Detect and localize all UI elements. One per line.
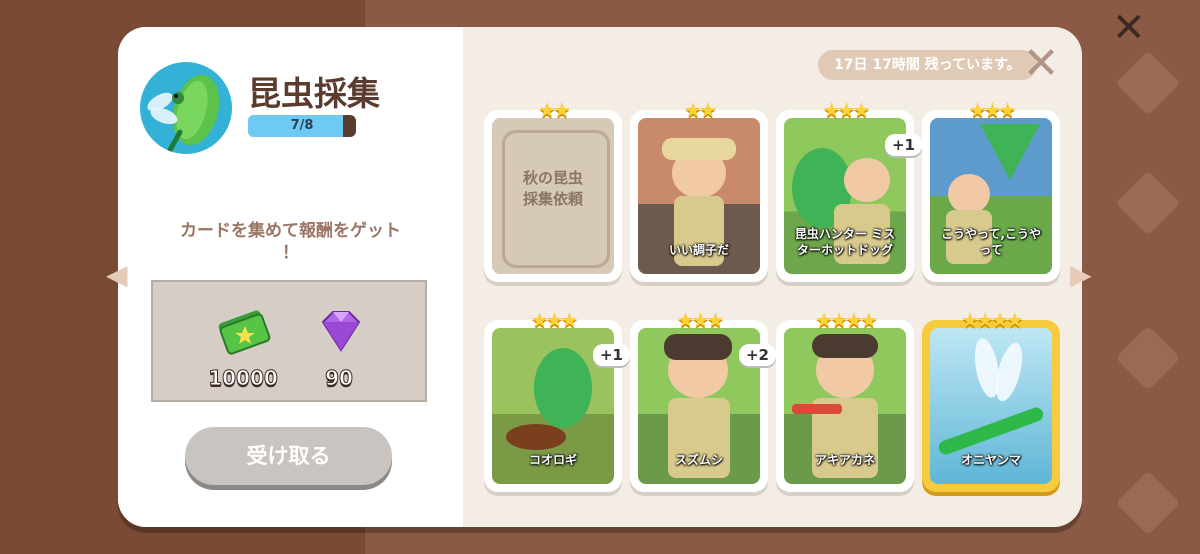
card-duplicate-badge: +1 [884,134,922,156]
gem-icon [321,311,361,352]
reward-gem: 90 [299,304,379,391]
card-stars: ★★★★ [815,308,878,332]
card-slot[interactable]: アキアカネ ★★★★ [776,309,914,492]
card-stars: ★★★ [822,98,871,122]
dragonfly-collection-icon [140,62,232,154]
card-slot[interactable]: いい調子だ ★★ [630,99,768,282]
locked-card-back: 秋の昆虫 採集依頼 [492,118,614,274]
card-art: いい調子だ [638,118,760,274]
card-stars: ★★★ [676,308,725,332]
card-art: オニヤンマ [930,328,1052,484]
card-stars: ★★★★ [961,308,1024,332]
card-art: アキアカネ [784,328,906,484]
card-stars: ★★ [684,98,717,122]
previous-arrow-icon[interactable]: ◀ [106,258,128,291]
card-label: アキアカネ [814,453,875,467]
card-slot[interactable]: 秋の昆虫 採集依頼 ★★ [484,99,622,282]
reward-cash: 10000 [203,304,283,391]
card-stars: ★★ [538,98,571,122]
card-duplicate-badge: +2 [738,344,776,366]
card-slot[interactable]: コオロギ ★★★ +1 [484,309,630,492]
collection-progress-bar: 7/8 [248,115,356,137]
collection-title: 昆虫採集 [248,74,380,113]
close-icon[interactable]: ✕ [1021,42,1061,86]
card-art: こうやって,こうや って [930,118,1052,274]
progress-text: 7/8 [290,118,314,133]
next-arrow-icon[interactable]: ▶ [1070,258,1092,291]
reward-box: 10000 90 [151,280,427,402]
cash-icon [218,310,271,355]
card-label: スズムシ [674,453,723,467]
reward-prompt: カードを集めて報酬をゲット ！ [180,221,401,263]
card-label: コオロギ [528,453,577,467]
claim-button[interactable]: 受け取る [185,427,392,485]
background-close-icon[interactable]: ✕ [1112,8,1146,48]
card-slot-highlighted[interactable]: オニヤンマ ★★★★ [922,309,1060,492]
card-label: 昆虫ハンター ミス ターホットドッグ [794,227,896,257]
collection-modal: 昆虫採集 7/8 カードを集めて報酬をゲット ！ 10000 90 受け取る 1… [118,27,1082,527]
card-label: オニヤンマ [960,453,1021,467]
card-slot[interactable]: こうやって,こうや って ★★★ [922,99,1060,282]
reward-panel: 昆虫採集 7/8 カードを集めて報酬をゲット ！ 10000 90 受け取る [118,27,463,527]
card-duplicate-badge: +1 [592,344,630,366]
card-stars: ★★★ [530,308,579,332]
reward-gem-amount: 90 [325,366,354,391]
card-label: 秋の昆虫 採集依頼 [522,169,583,208]
card-label: いい調子だ [668,243,729,257]
card-stars: ★★★ [968,98,1017,122]
time-remaining-badge: 17日 17時間 残っています。 [818,50,1037,80]
card-label: こうやって,こうや って [941,227,1041,257]
card-slot[interactable]: スズムシ ★★★ +2 [630,309,776,492]
reward-cash-amount: 10000 [208,366,279,391]
card-slot[interactable]: 昆虫ハンター ミス ターホットドッグ ★★★ +1 [776,99,922,282]
